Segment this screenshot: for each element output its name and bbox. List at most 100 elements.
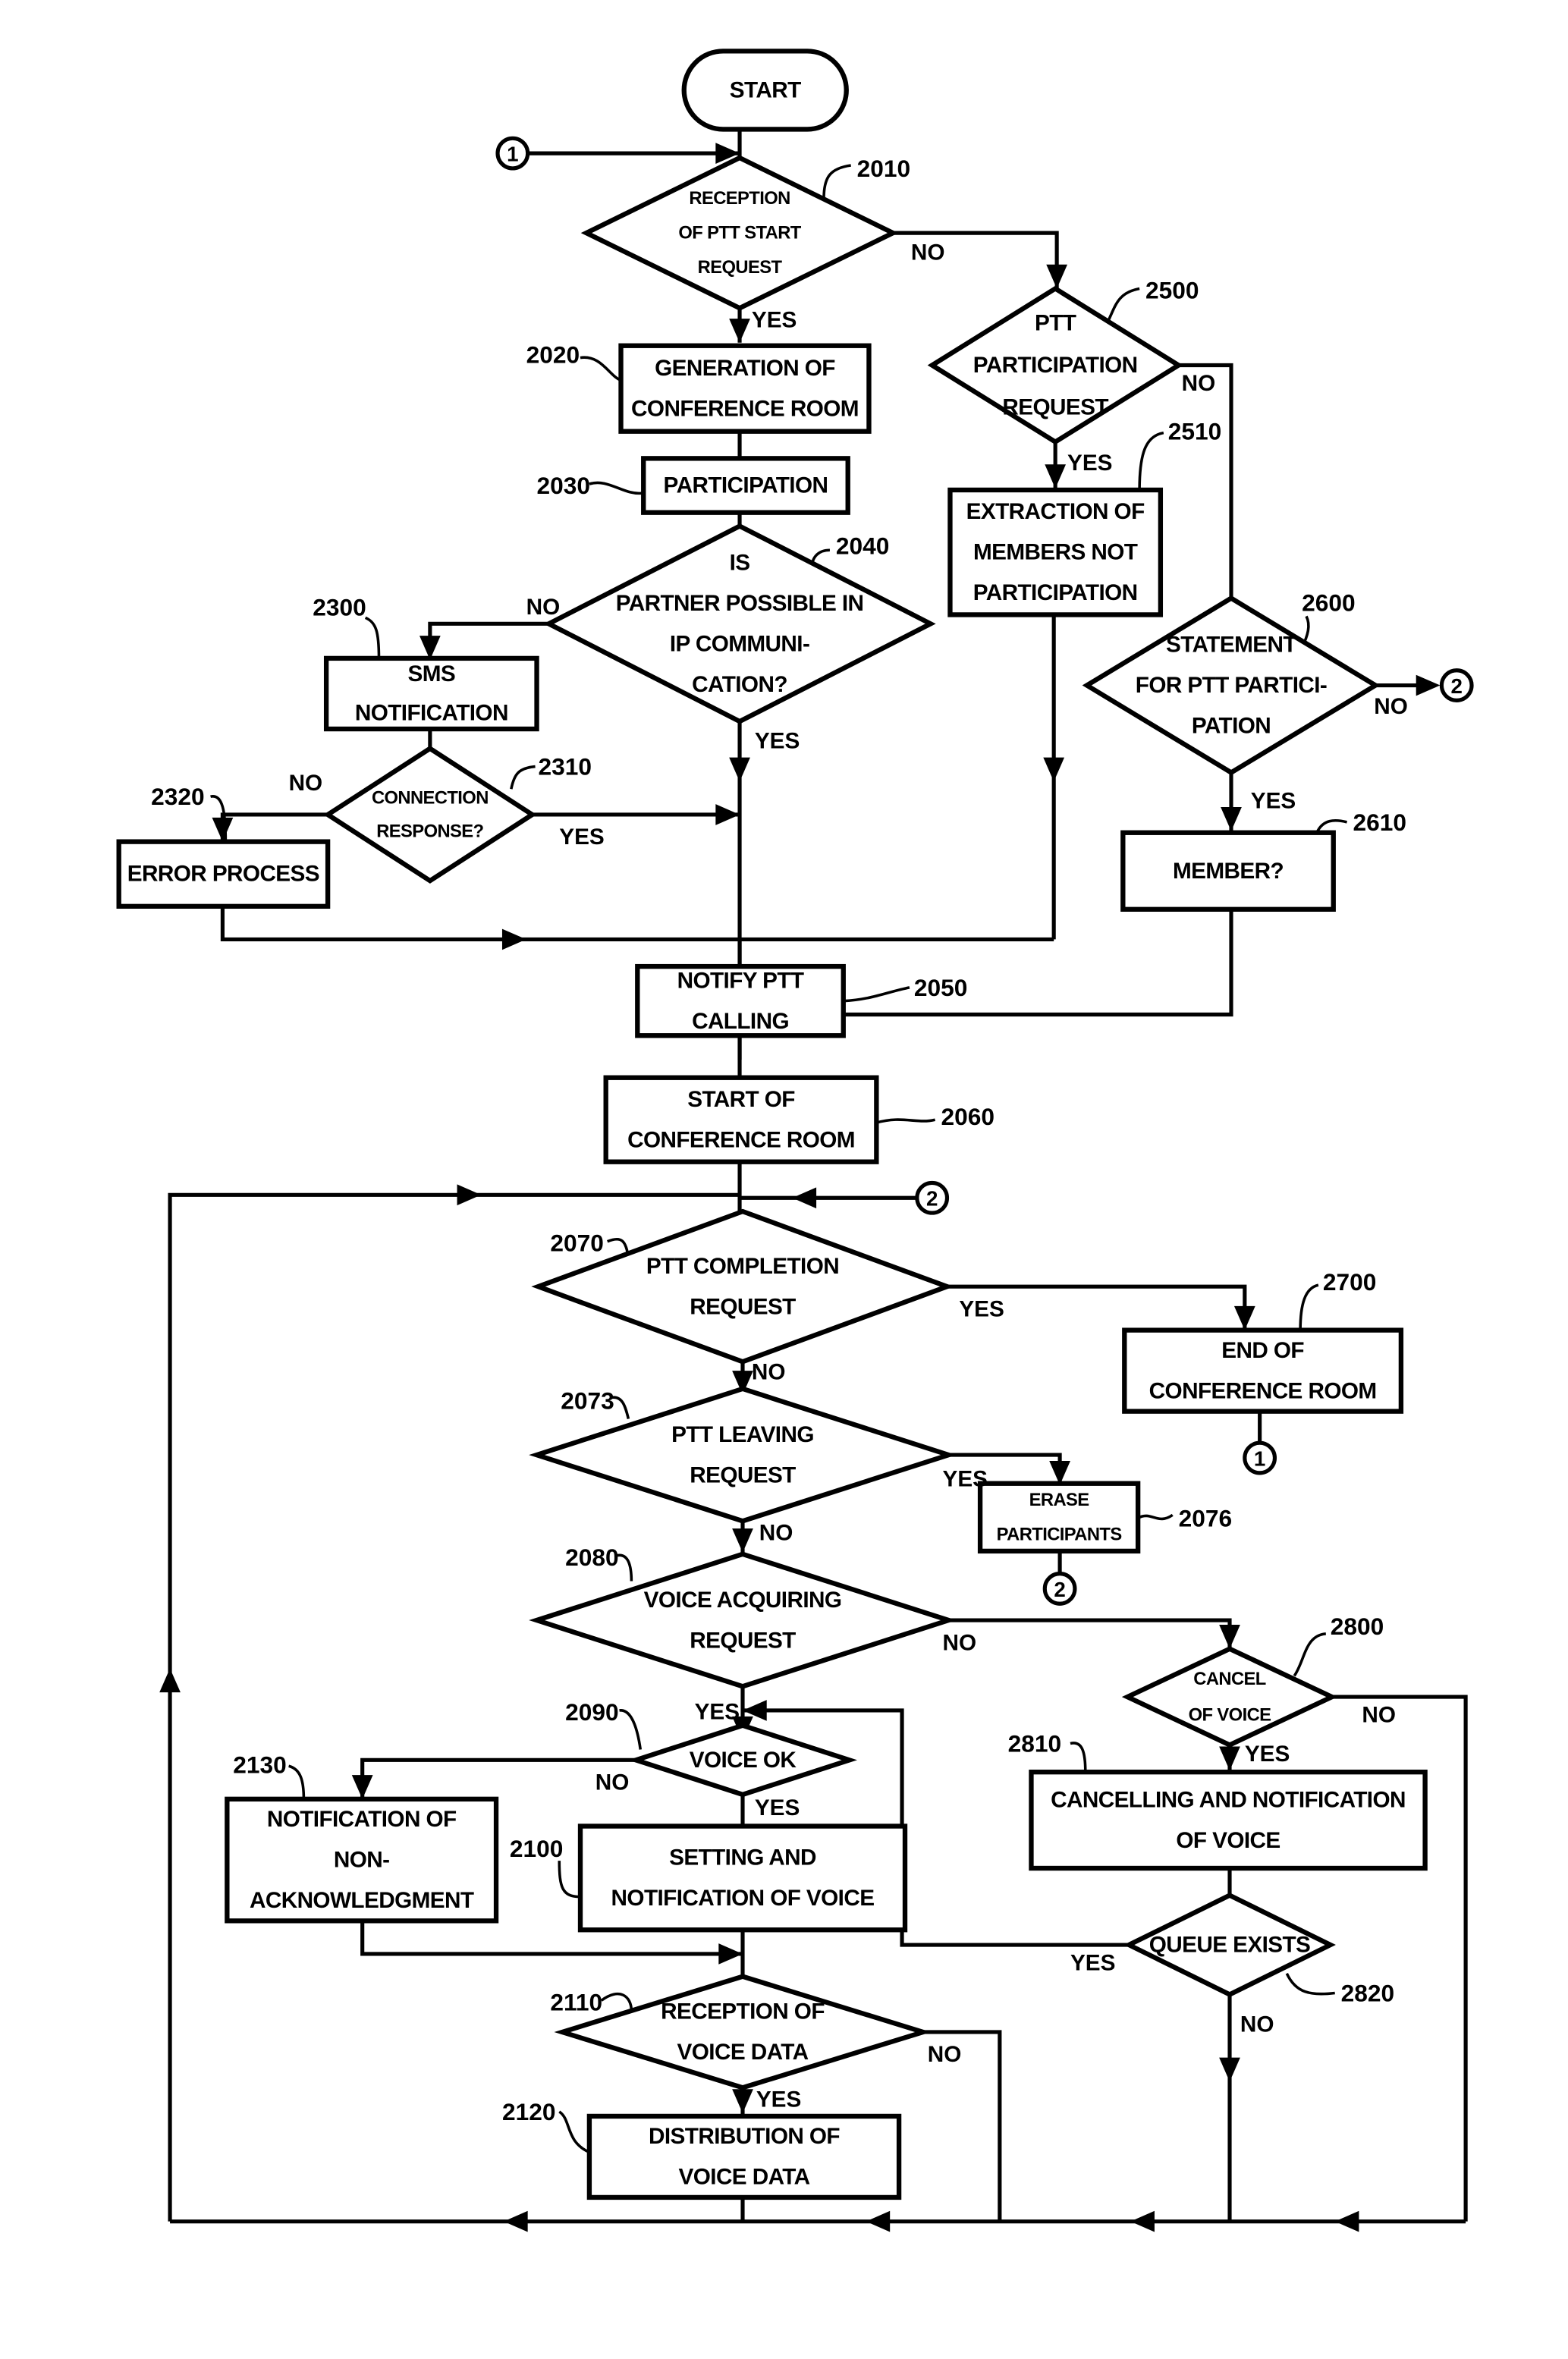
branch-yes-2600: YES [1251,789,1296,814]
leader-line [822,164,851,199]
decision-text-n2110-line-1: RECEPTION OF [661,1999,825,2024]
reference-number-n2090: 2090 [565,1698,619,1726]
branch-no-2820: NO [1240,2012,1274,2037]
process-text-n2700-line-2: CONFERENCE ROOM [1149,1378,1377,1403]
arrow-head [1219,1746,1240,1771]
reference-number-n2110: 2110 [550,1988,602,2015]
arrow-head [866,2210,891,2232]
leader-line [558,2110,590,2154]
reference-number-n2510: 2510 [1168,418,1222,445]
arrow-head [1416,674,1441,696]
branch-yes-2040: YES [755,728,800,753]
decision-text-n2040-line-3: IP COMMUNI- [670,632,809,657]
reference-number-n2610: 2610 [1353,809,1406,836]
branch-no-2500: NO [1182,371,1216,396]
branch-yes-2110: YES [756,2087,801,2112]
reference-number-n2120: 2120 [502,2098,555,2125]
decision-text-n2600-line-3: PATION [1192,714,1271,739]
reference-number-n2040: 2040 [836,532,890,559]
arrow-head [1219,2057,1240,2082]
process-text-n2076-line-1: ERASE [1029,1490,1089,1510]
leader-line [580,356,622,382]
arrow-head [457,1184,482,1206]
leader-line [600,1992,633,2012]
decision-text-n2040-line-1: IS [730,551,750,576]
arrow-head [732,1528,753,1553]
arrow-head [1219,1624,1240,1649]
reference-number-n2310: 2310 [539,753,592,781]
branch-yes-2010: YES [752,308,797,333]
process-text-n2810-line-1: CANCELLING AND NOTIFICATION [1051,1787,1406,1812]
process-text-n2510-line-2: MEMBERS NOT [973,540,1138,565]
process-text-n2020-line-2: CONFERENCE ROOM [631,396,859,421]
reference-number-n2076: 2076 [1179,1504,1233,1531]
decision-text-n2820-line-1: QUEUE EXISTS [1149,1933,1311,1958]
reference-number-n2070: 2070 [550,1230,604,1257]
reference-number-n2300: 2300 [313,594,366,621]
branch-no-2090: NO [595,1770,630,1795]
arrow-head [351,1775,373,1799]
arrow-head [503,2210,528,2232]
flow-line [220,812,328,842]
branch-no-2310: NO [289,771,323,796]
connector-1-top-label: 1 [507,143,518,166]
reference-number-n2030: 2030 [537,472,591,499]
leader-line [510,765,536,790]
leader-line [364,616,381,658]
decision-text-n2070-line-1: PTT COMPLETION [646,1254,839,1279]
branch-yes-2800: YES [1245,1742,1290,1767]
branch-no-2040: NO [526,595,561,620]
arrow-head [718,1943,743,1965]
decision-text-n2040-line-2: PARTNER POSSIBLE IN [616,591,864,616]
leader-line [619,1709,643,1750]
reference-number-n2130: 2130 [233,1751,286,1778]
decision-text-n2070-line-2: REQUEST [690,1294,796,1319]
process-text-n2130-line-2: NON- [334,1848,390,1873]
leader-line [1285,1972,1335,1996]
decision-diamond-n2310 [323,746,537,884]
leader-line [1293,1632,1327,1677]
flow-line [1178,363,1233,632]
decision-diamond-n2080 [529,1551,957,1689]
process-text-n2300-line-1: SMS [408,661,456,686]
connector-2-erase-label: 2 [1054,1578,1065,1601]
arrow-head [1334,2210,1359,2232]
reference-number-n2073: 2073 [561,1387,614,1415]
decision-text-n2080-line-1: VOICE ACQUIRING [644,1588,842,1613]
arrow-head [729,319,750,343]
decision-text-n2600-line-2: FOR PTT PARTICI- [1136,673,1327,698]
process-text-n2300-line-2: NOTIFICATION [355,701,508,726]
decision-text-n2010-line-1: RECEPTION [689,188,790,209]
reference-number-n2700: 2700 [1323,1268,1377,1296]
branch-no-2010: NO [911,240,945,265]
process-text-n2120-line-2: VOICE DATA [679,2165,810,2190]
arrow-head [792,1187,817,1209]
reference-number-n2100: 2100 [510,1835,563,1862]
reference-number-n2050: 2050 [914,974,968,1001]
branch-no-2800: NO [1362,1702,1396,1727]
reference-number-n2820: 2820 [1341,1979,1395,2006]
leader-line [875,1118,936,1124]
process-text-n2320-line-1: ERROR PROCESS [127,862,319,887]
decision-text-n2600-line-1: STATEMENT [1166,633,1296,658]
arrow-head [732,2089,753,2113]
process-text-n2610-line-1: MEMBER? [1173,859,1284,884]
arrow-head [1046,264,1068,289]
decision-text-n2073-line-2: REQUEST [690,1462,796,1487]
branch-no-2110: NO [928,2042,962,2067]
decision-text-n2310-line-1: CONNECTION [372,788,489,809]
leader-line [1299,1283,1319,1330]
arrow-head [501,928,526,950]
leader-line [589,481,644,495]
reference-number-n2800: 2800 [1331,1613,1384,1640]
reference-number-n2810: 2810 [1008,1730,1062,1757]
process-text-n2060-line-2: CONFERENCE ROOM [627,1127,855,1152]
arrow-head [715,804,740,825]
flowchart: START 1 RECEPTION OF PTT START REQUEST 2010 NO… [116,49,1474,2232]
decision-text-n2800-line-2: OF VOICE [1189,1704,1271,1725]
reference-number-n2060: 2060 [941,1103,995,1130]
decision-text-n2500-line-2: PARTICIPATION [973,353,1138,378]
process-text-n2510-line-3: PARTICIPATION [973,580,1138,605]
flow-line [948,1618,1232,1649]
arrow-head [212,817,234,842]
